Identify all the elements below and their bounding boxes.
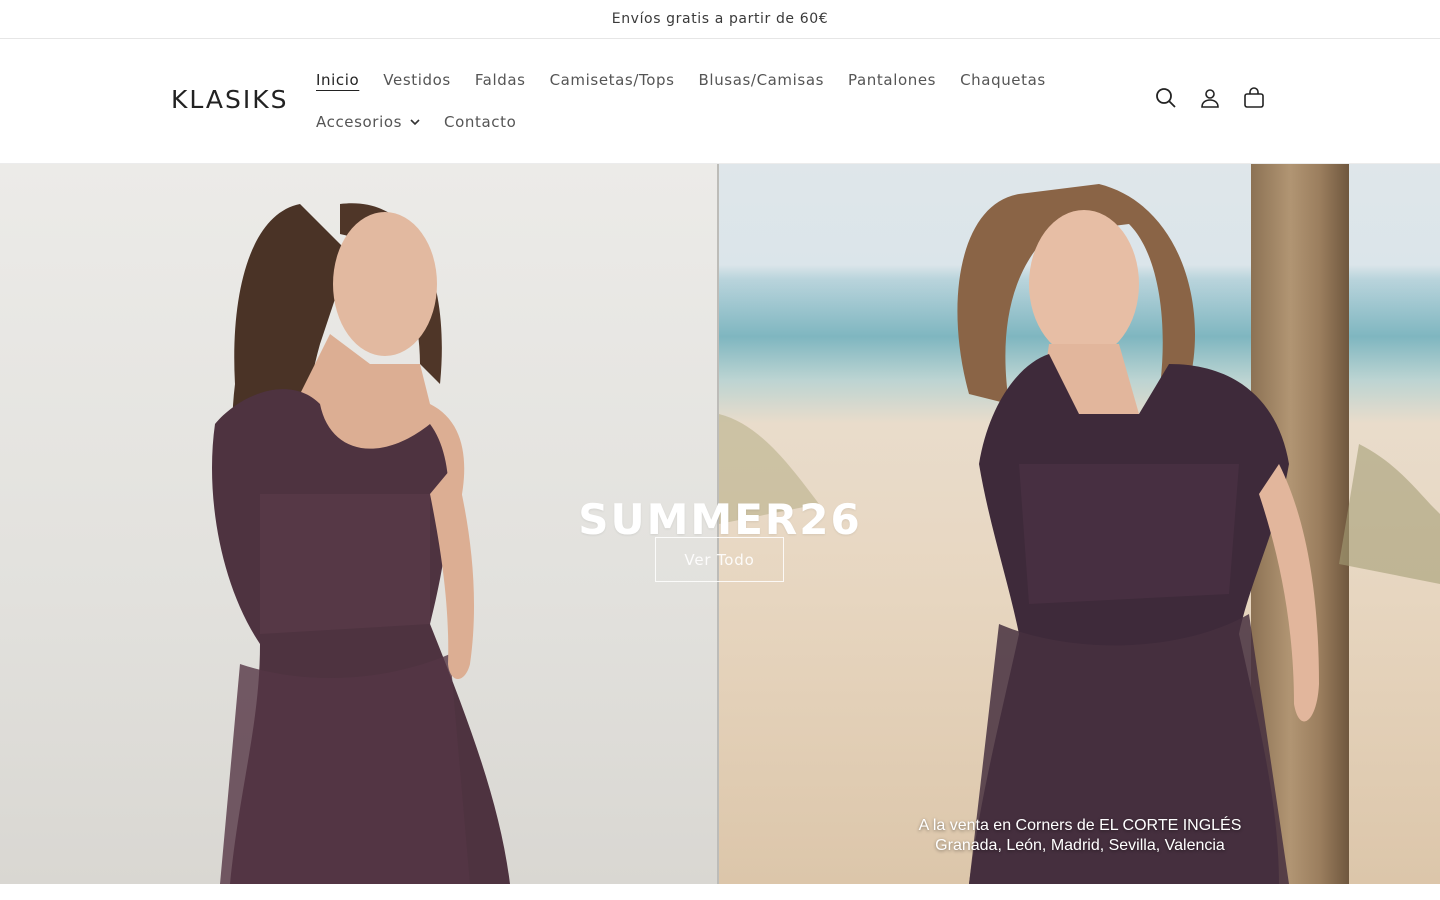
nav-item-accesorios-label: Accesorios [316,113,403,131]
header-icons [1154,86,1266,110]
search-icon[interactable] [1154,86,1178,110]
hero-caption-line-2: Granada, León, Madrid, Sevilla, Valencia [935,837,1225,854]
cart-icon[interactable] [1242,86,1266,110]
nav-item-contacto[interactable]: Contacto [444,113,516,131]
nav-item-blusas-camisas[interactable]: Blusas/Camisas [699,71,825,89]
hero-caption-line-1: A la venta en Corners de EL CORTE INGLÉS [918,817,1242,834]
announcement-bar: Envíos gratis a partir de 60€ [0,0,1440,39]
announcement-text: Envíos gratis a partir de 60€ [611,11,829,27]
main-nav-row-1: Inicio Vestidos Faldas Camisetas/Tops Bl… [316,71,1070,89]
view-all-button[interactable]: Ver Todo [655,537,784,582]
nav-item-inicio[interactable]: Inicio [316,71,359,89]
main-nav-row-2: Accesorios Contacto [316,113,540,131]
site-header: KLASIKS Inicio Vestidos Faldas Camisetas… [0,39,1440,164]
nav-item-pantalones[interactable]: Pantalones [848,71,936,89]
chevron-down-icon [410,118,420,126]
nav-item-chaquetas[interactable]: Chaquetas [960,71,1046,89]
nav-item-camisetas-tops[interactable]: Camisetas/Tops [550,71,675,89]
nav-item-accesorios[interactable]: Accesorios [316,113,420,131]
logo[interactable]: KLASIKS [171,85,289,114]
nav-item-faldas[interactable]: Faldas [475,71,526,89]
account-icon[interactable] [1198,86,1222,110]
nav-item-vestidos[interactable]: Vestidos [383,71,451,89]
hero-caption: A la venta en Corners de EL CORTE INGLÉS… [870,816,1290,856]
hero-banner: SUMMER26 Ver Todo A la venta en Corners … [0,164,1440,884]
